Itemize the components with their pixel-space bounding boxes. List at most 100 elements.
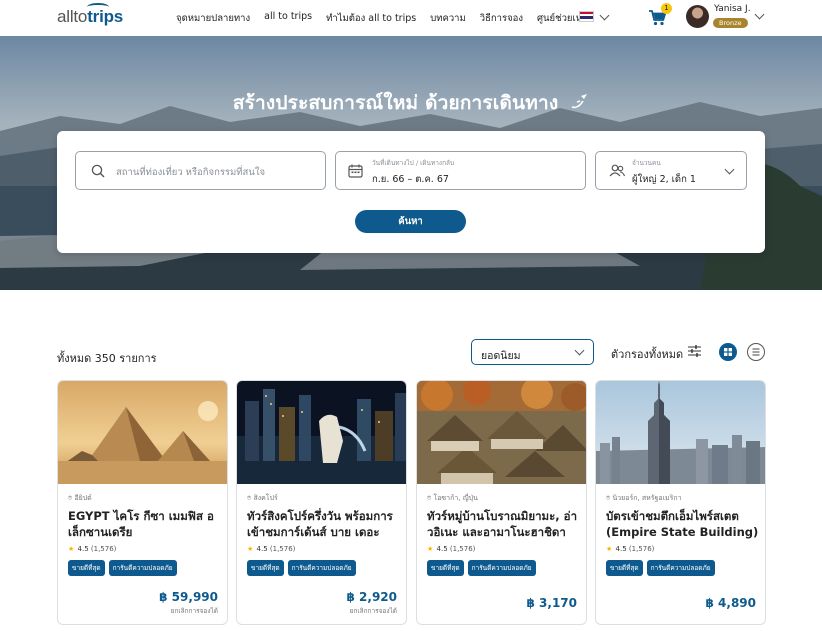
results-count: ทั้งหมด 350 รายการ (57, 352, 157, 365)
user-tier-badge: Bronze (713, 18, 748, 28)
location-pin-icon: ⌾ (427, 494, 432, 502)
destination-search-field[interactable]: สถานที่ท่องเที่ยว หรือกิจกรรมที่สนใจ (75, 151, 326, 190)
rating-score: 4.5 (256, 545, 268, 553)
guest-count-label: จำนวนคน (632, 159, 661, 167)
location-pin-icon: ⌾ (247, 494, 252, 502)
search-panel: สถานที่ท่องเที่ยว หรือกิจกรรมที่สนใจ วัน… (57, 131, 765, 253)
travel-date-field[interactable]: วันที่เดินทางไป / เดินทางกลับ ก.ย. 66 – … (335, 151, 586, 190)
travel-date-label: วันที่เดินทางไป / เดินทางกลับ (372, 159, 455, 167)
nav-all-to-trips[interactable]: all to trips (264, 11, 312, 26)
star-icon: ★ (606, 545, 613, 553)
card-title[interactable]: EGYPT ไคโร กีซา เมมฟิส อเล็กซานเดรีย (68, 508, 222, 540)
card-cancellation-note: ยกเลิกการจองได้ (170, 607, 218, 615)
destination-placeholder: สถานที่ท่องเที่ยว หรือกิจกรรมที่สนใจ (116, 167, 266, 178)
tag-best-seller: ขายดีที่สุด (606, 560, 643, 576)
review-count: (1,576) (449, 545, 476, 553)
plane-swoosh-icon (571, 94, 588, 109)
egypt-pyramids-image (58, 381, 227, 484)
thai-flag-icon[interactable] (579, 11, 594, 22)
card-location-text: สิงคโปร์ (253, 494, 278, 502)
top-navbar: alltotrips จุดหมายปลายทาง all to trips ท… (0, 0, 822, 36)
tag-safety-guaranteed: การันตีความปลอดภัย (287, 560, 356, 576)
card-location: ⌾ อียิปต์ (68, 493, 92, 504)
tour-card[interactable]: ⌾ สิงคโปร์ ทัวร์สิงคโปร์ครึ่งวัน พร้อมกา… (236, 380, 407, 625)
card-location-text: โอซาก้า, ญี่ปุ่น (433, 494, 478, 502)
star-icon: ★ (427, 545, 434, 553)
grid-view-button[interactable] (719, 343, 737, 361)
hero-title-text: สร้างประสบการณ์ใหม่ ด้วยการเดินทาง (232, 92, 559, 114)
user-name[interactable]: Yanisa J. (714, 4, 751, 14)
card-title[interactable]: ทัวร์หมู่บ้านโบราณมิยามะ, อ่าวอิเนะ และอ… (427, 508, 581, 540)
card-title[interactable]: ทัวร์สิงคโปร์ครึ่งวัน พร้อมการเข้าชมการ์… (247, 508, 401, 540)
main-nav: จุดหมายปลายทาง all to trips ทำไมต้อง all… (176, 11, 594, 26)
all-filters-button[interactable]: ตัวกรองทั้งหมด (611, 345, 683, 363)
grid-view-icon (724, 348, 732, 356)
card-title[interactable]: บัตรเข้าชมตึกเอ็มไพร์สเตต (Empire State … (606, 508, 760, 540)
card-location-text: อียิปต์ (74, 494, 92, 502)
guest-chevron-down-icon (724, 164, 735, 175)
logo-swoosh-icon (87, 3, 109, 11)
hero-title: สร้างประสบการณ์ใหม่ ด้วยการเดินทาง (0, 88, 822, 118)
card-tags: ขายดีที่สุด การันตีความปลอดภัย (247, 560, 356, 576)
card-rating: ★ 4.5 (1,576) (247, 545, 295, 553)
tour-card[interactable]: ⌾ นิวยอร์ก, สหรัฐอเมริกา บัตรเข้าชมตึกเอ… (595, 380, 766, 625)
logo-text-part1: allto (57, 7, 88, 26)
list-view-icon (752, 348, 760, 356)
hero-banner: สร้างประสบการณ์ใหม่ ด้วยการเดินทาง สถานท… (0, 36, 822, 290)
card-price: ฿ 4,890 (705, 596, 756, 610)
card-rating: ★ 4.5 (1,576) (68, 545, 116, 553)
location-pin-icon: ⌾ (606, 494, 611, 502)
tour-card[interactable]: ⌾ อียิปต์ EGYPT ไคโร กีซา เมมฟิส อเล็กซา… (57, 380, 228, 625)
tag-safety-guaranteed: การันตีความปลอดภัย (467, 560, 536, 576)
tag-safety-guaranteed: การันตีความปลอดภัย (646, 560, 715, 576)
tag-best-seller: ขายดีที่สุด (68, 560, 105, 576)
rating-score: 4.5 (77, 545, 89, 553)
card-rating: ★ 4.5 (1,576) (427, 545, 475, 553)
review-count: (1,576) (269, 545, 296, 553)
guest-count-field[interactable]: จำนวนคน ผู้ใหญ่ 2, เด็ก 1 (595, 151, 747, 190)
rating-score: 4.5 (436, 545, 448, 553)
card-price: ฿ 2,920 (346, 590, 397, 604)
empire-state-building-image (596, 381, 765, 484)
card-price: ฿ 59,990 (159, 590, 218, 604)
tag-best-seller: ขายดีที่สุด (247, 560, 284, 576)
star-icon: ★ (68, 545, 75, 553)
language-chevron-down-icon[interactable] (599, 10, 610, 21)
alltotrips-logo[interactable]: alltotrips (57, 3, 123, 27)
tag-safety-guaranteed: การันตีความปลอดภัย (108, 560, 177, 576)
nav-articles[interactable]: บทความ (430, 11, 466, 26)
card-location-text: นิวยอร์ก, สหรัฐอเมริกา (612, 494, 682, 502)
cart-count-badge: 1 (661, 3, 672, 14)
review-count: (1,576) (628, 545, 655, 553)
star-icon: ★ (247, 545, 254, 553)
calendar-icon (348, 164, 363, 178)
card-rating: ★ 4.5 (1,576) (606, 545, 654, 553)
card-tags: ขายดีที่สุด การันตีความปลอดภัย (606, 560, 715, 576)
card-tags: ขายดีที่สุด การันตีความปลอดภัย (68, 560, 177, 576)
people-icon (609, 164, 625, 177)
card-cancellation-note: ยกเลิกการจองได้ (349, 607, 397, 615)
card-location: ⌾ นิวยอร์ก, สหรัฐอเมริกา (606, 493, 682, 504)
sort-chevron-down-icon (574, 345, 585, 356)
singapore-merlion-image (237, 381, 406, 484)
nav-how-to-book[interactable]: วิธีการจอง (480, 11, 523, 26)
user-menu-chevron-down-icon[interactable] (754, 9, 765, 20)
travel-date-value: ก.ย. 66 – ต.ค. 67 (372, 174, 449, 185)
card-location: ⌾ สิงคโปร์ (247, 493, 278, 504)
guest-count-value: ผู้ใหญ่ 2, เด็ก 1 (632, 174, 696, 185)
search-icon (91, 164, 105, 178)
location-pin-icon: ⌾ (68, 494, 73, 502)
nav-why-all-to-trips[interactable]: ทำไมต้อง all to trips (326, 11, 416, 26)
rating-score: 4.5 (615, 545, 627, 553)
card-price: ฿ 3,170 (526, 596, 577, 610)
review-count: (1,576) (90, 545, 117, 553)
card-tags: ขายดีที่สุด การันตีความปลอดภัย (427, 560, 536, 576)
filter-sliders-icon[interactable] (688, 345, 701, 357)
nav-destinations[interactable]: จุดหมายปลายทาง (176, 11, 250, 26)
list-view-button[interactable] (747, 343, 765, 361)
miyama-village-image (417, 381, 586, 484)
search-button[interactable]: ค้นหา (355, 210, 466, 233)
sort-dropdown[interactable]: ยอดนิยม (471, 339, 594, 365)
tour-card[interactable]: ⌾ โอซาก้า, ญี่ปุ่น ทัวร์หมู่บ้านโบราณมิย… (416, 380, 587, 625)
user-avatar[interactable] (686, 5, 709, 28)
